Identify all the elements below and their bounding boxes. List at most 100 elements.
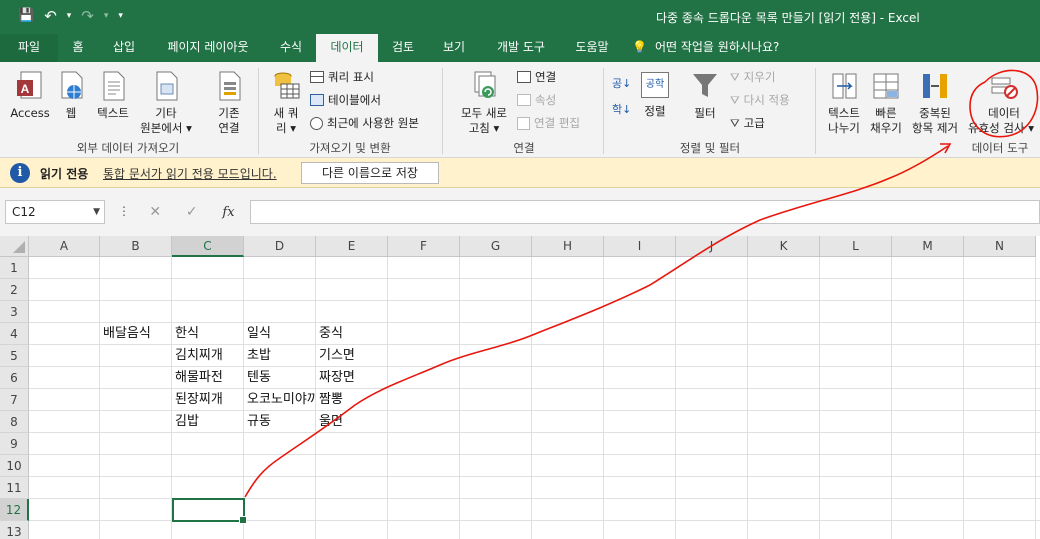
connections-button[interactable]: 연결	[517, 69, 556, 85]
column-header-j[interactable]: J	[676, 236, 748, 257]
advanced-filter-button[interactable]: ⛛ 고급	[730, 115, 765, 131]
sort-descending-icon[interactable]: 학↓	[612, 102, 631, 118]
undo-dropdown-icon[interactable]: ▾	[67, 7, 72, 25]
cell-e4[interactable]: 중식	[316, 323, 387, 345]
tab-formulas[interactable]: 수식	[266, 34, 316, 62]
cell-e7[interactable]: 짬뽕	[316, 389, 387, 411]
tab-insert[interactable]: 삽입	[98, 34, 150, 62]
other-sources-button[interactable]: 기타 원본에서 ▾	[134, 70, 198, 136]
cell-c8[interactable]: 김밥	[172, 411, 243, 433]
select-all-corner[interactable]	[0, 236, 29, 257]
row-header-11[interactable]: 11	[0, 477, 29, 499]
recent-sources-button[interactable]: 최근에 사용한 원본	[310, 115, 419, 131]
undo-icon[interactable]: ↶	[44, 7, 57, 25]
flash-fill-button[interactable]: 빠른 채우기	[866, 70, 906, 136]
read-only-message: 통합 문서가 읽기 전용 모드입니다.	[103, 167, 277, 181]
from-table-label: 테이블에서	[328, 93, 381, 107]
customize-qat-icon[interactable]: ▾	[118, 7, 123, 25]
column-header-m[interactable]: M	[892, 236, 964, 257]
row-header-2[interactable]: 2	[0, 279, 29, 301]
data-validation-button[interactable]: 데이터 유효성 검사 ▾	[966, 70, 1040, 136]
clear-filter-button[interactable]: ⛛ 지우기	[730, 69, 775, 85]
row-header-1[interactable]: 1	[0, 257, 29, 279]
show-queries-button[interactable]: 쿼리 표시	[310, 69, 374, 85]
tab-help[interactable]: 도움말	[562, 34, 622, 62]
existing-connections-button[interactable]: 기존 연결	[206, 70, 252, 136]
access-button[interactable]: A Access	[8, 70, 52, 121]
row-header-8[interactable]: 8	[0, 411, 29, 433]
column-header-k[interactable]: K	[748, 236, 820, 257]
cell-e5[interactable]: 기스면	[316, 345, 387, 367]
row-header-7[interactable]: 7	[0, 389, 29, 411]
properties-button[interactable]: 속성	[517, 92, 556, 108]
sort-ascending-icon[interactable]: 공↓	[612, 76, 631, 92]
filter-button[interactable]: 필터	[686, 70, 724, 121]
text-to-columns-button[interactable]: 텍스트 나누기	[822, 70, 866, 136]
text-button[interactable]: 텍스트	[90, 70, 136, 121]
reapply-button[interactable]: ⛛ 다시 적용	[730, 92, 790, 108]
tab-review[interactable]: 검토	[378, 34, 428, 62]
formula-bar-grip[interactable]: ⋮	[118, 204, 130, 218]
cell-c5[interactable]: 김치찌개	[172, 345, 243, 367]
cell-e8[interactable]: 울면	[316, 411, 387, 433]
column-header-c[interactable]: C	[172, 236, 244, 257]
insert-function-icon[interactable]: fx	[222, 205, 234, 220]
web-button[interactable]: 웹	[54, 70, 88, 121]
sort-button[interactable]: 공학 정렬	[638, 70, 672, 119]
row-header-3[interactable]: 3	[0, 301, 29, 323]
save-icon[interactable]: 💾	[18, 7, 34, 25]
row-header-10[interactable]: 10	[0, 455, 29, 477]
name-box-dropdown-icon[interactable]: ▼	[93, 201, 100, 223]
cell-d5[interactable]: 초밥	[244, 345, 315, 367]
cell-d6[interactable]: 텐동	[244, 367, 315, 389]
active-cell-selection[interactable]	[172, 498, 247, 524]
tab-page-layout[interactable]: 페이지 레이아웃	[150, 34, 266, 62]
enter-icon[interactable]: ✓	[186, 204, 198, 220]
save-as-button[interactable]: 다른 이름으로 저장	[301, 162, 439, 184]
new-query-button[interactable]: 새 쿼 리 ▾	[266, 70, 306, 136]
cell-c4[interactable]: 한식	[172, 323, 243, 345]
column-header-f[interactable]: F	[388, 236, 460, 257]
cancel-icon[interactable]: ✕	[149, 204, 161, 220]
column-header-n[interactable]: N	[964, 236, 1036, 257]
row-header-6[interactable]: 6	[0, 367, 29, 389]
name-box[interactable]: C12 ▼	[5, 200, 105, 224]
column-header-d[interactable]: D	[244, 236, 316, 257]
text-to-columns-label-1: 텍스트	[828, 106, 860, 120]
formula-input[interactable]	[250, 200, 1040, 224]
tab-file[interactable]: 파일	[0, 34, 58, 62]
sort-asc-desc: 공↓ 학↓	[612, 76, 631, 118]
row-header-9[interactable]: 9	[0, 433, 29, 455]
cell-d7[interactable]: 오코노미야끼	[244, 389, 315, 411]
tell-me-search[interactable]: 💡 어떤 작업을 원하시나요?	[632, 34, 812, 62]
column-header-h[interactable]: H	[532, 236, 604, 257]
cell-b4[interactable]: 배달음식	[100, 323, 171, 345]
column-header-i[interactable]: I	[604, 236, 676, 257]
column-header-e[interactable]: E	[316, 236, 388, 257]
tab-data[interactable]: 데이터	[316, 34, 378, 62]
tab-developer[interactable]: 개발 도구	[480, 34, 562, 62]
row-header-13[interactable]: 13	[0, 521, 29, 539]
edit-links-button[interactable]: 연결 편집	[517, 115, 580, 131]
column-header-l[interactable]: L	[820, 236, 892, 257]
redo-icon[interactable]: ↷	[81, 7, 94, 25]
redo-dropdown-icon[interactable]: ▾	[104, 7, 109, 25]
cell-d4[interactable]: 일식	[244, 323, 315, 345]
refresh-all-button[interactable]: 모두 새로 고침 ▾	[452, 70, 516, 136]
from-table-button[interactable]: 테이블에서	[310, 92, 381, 108]
cell-c7[interactable]: 된장찌개	[172, 389, 243, 411]
tab-view[interactable]: 보기	[428, 34, 480, 62]
row-header-4[interactable]: 4	[0, 323, 29, 345]
row-header-12[interactable]: 12	[0, 499, 29, 521]
row-header-5[interactable]: 5	[0, 345, 29, 367]
column-header-g[interactable]: G	[460, 236, 532, 257]
cell-d8[interactable]: 규동	[244, 411, 315, 433]
cell-e6[interactable]: 짜장면	[316, 367, 387, 389]
column-header-b[interactable]: B	[100, 236, 172, 257]
remove-duplicates-button[interactable]: 중복된 항목 제거	[906, 70, 964, 136]
other-sources-icon	[156, 71, 178, 101]
tab-home[interactable]: 홈	[58, 34, 98, 62]
cell-c6[interactable]: 해물파전	[172, 367, 243, 389]
column-header-a[interactable]: A	[29, 236, 100, 257]
worksheet-grid[interactable]: A B C D E F G H I J K L M N 1 2 3 4 5 6 7 8 9 10 11 12 13 배달음식 한식 일식 중…	[0, 236, 1040, 539]
